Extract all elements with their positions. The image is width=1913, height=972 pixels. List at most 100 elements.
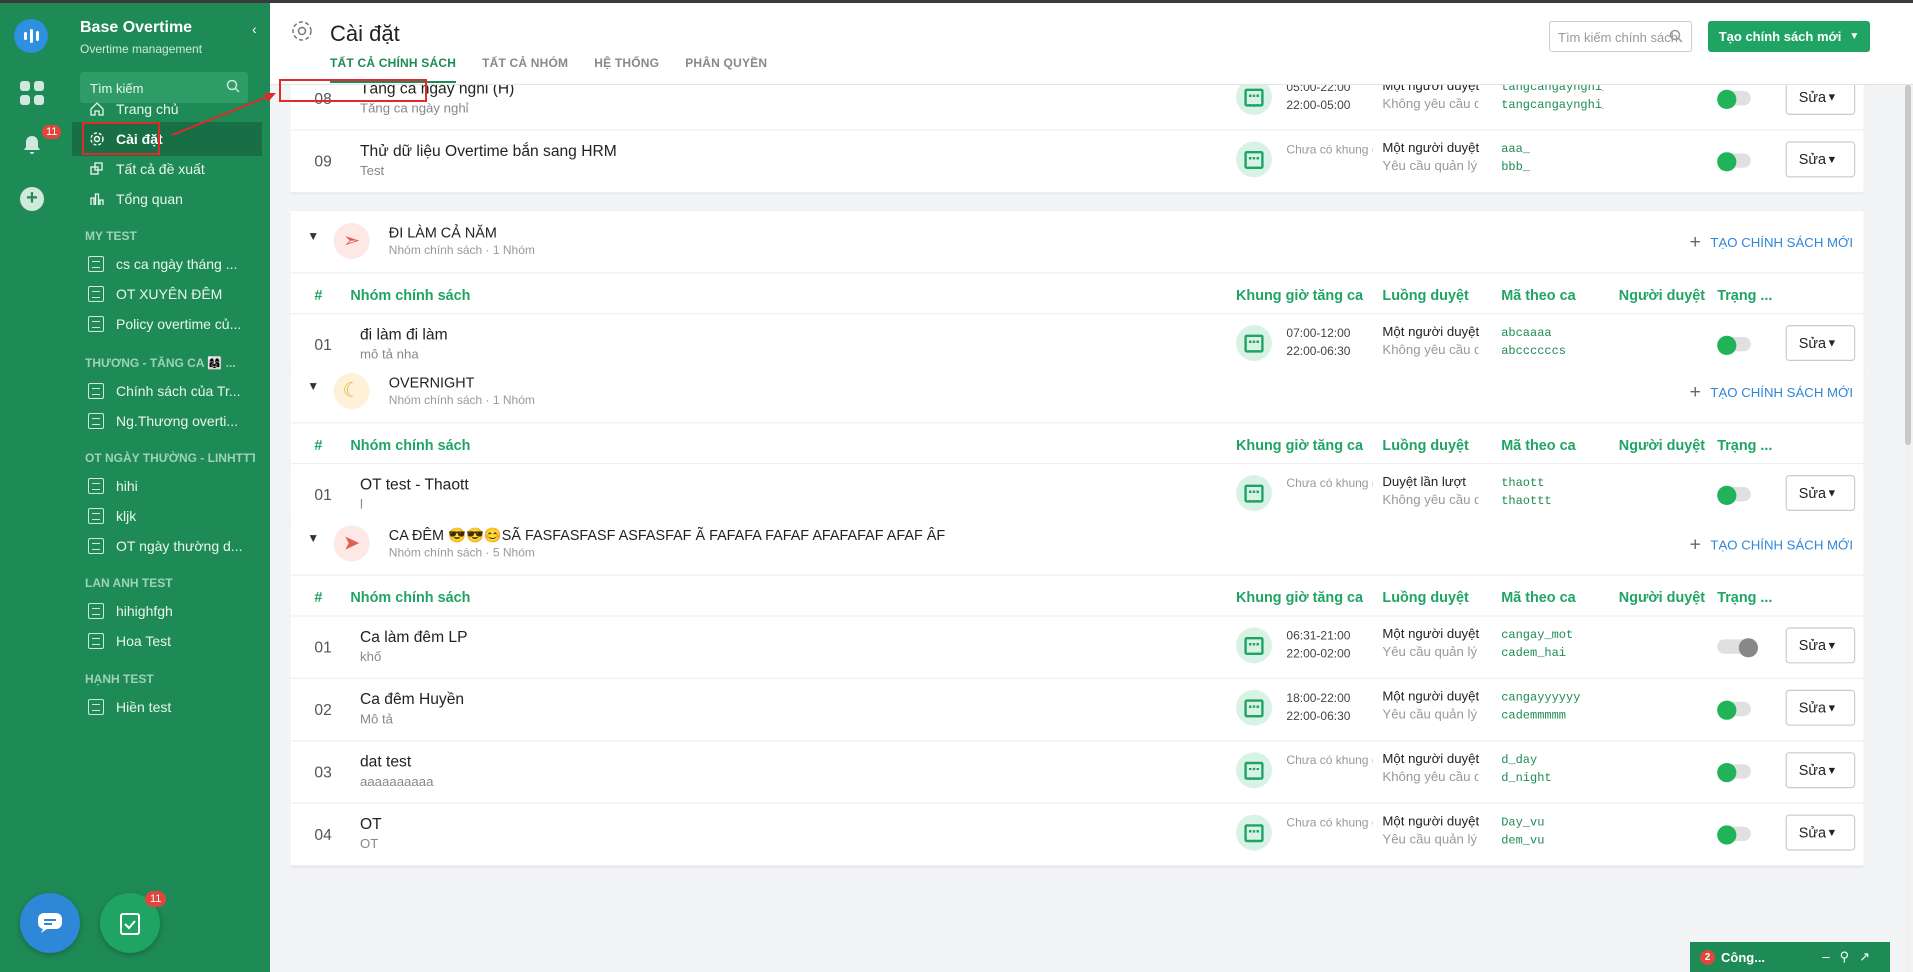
sidebar-policy-item[interactable]: OT XUYÊN ĐÊM [62, 277, 270, 311]
time-range: 22:00-02:00 [1286, 647, 1351, 661]
policy-name[interactable]: Thử dữ liệu Overtime bắn sang HRM [360, 141, 617, 159]
table-row[interactable]: 04 OT OT Chưa có khung g Một người duyệt… [290, 804, 1864, 867]
status-toggle[interactable] [1717, 638, 1759, 658]
policy-name[interactable]: OT [360, 815, 382, 833]
sidebar-policy-item[interactable]: Policy overtime củ... [62, 307, 270, 341]
policy-name[interactable]: Ca làm đêm LP [360, 627, 468, 645]
policy-name[interactable]: dat test [360, 752, 411, 770]
status-toggle[interactable] [1717, 152, 1751, 172]
caret-down-icon[interactable]: ▼ [307, 380, 319, 393]
group-header[interactable]: ▼ ➤ CA ĐÊM 😎😎😊SÃ FASFASFASF ASFASFAF Ã F… [290, 513, 1864, 576]
sidebar-policy-item[interactable]: Hoa Test [62, 624, 270, 658]
time-range: 22:00-06:30 [1286, 345, 1351, 359]
plus-icon: + [1689, 382, 1701, 403]
sidebar-policy-item[interactable]: kljk [62, 499, 270, 533]
table-row[interactable]: 09 Thử dữ liệu Overtime bắn sang HRM Tes… [290, 131, 1864, 193]
send-icon: ➤ [333, 525, 370, 562]
policy-name[interactable]: đi làm đi làm [360, 325, 448, 343]
scrollbar[interactable] [1905, 85, 1911, 972]
popup-label: Công... [1721, 949, 1766, 965]
approval-detail: Yêu cầu quản lý ... [1382, 832, 1478, 847]
table-row[interactable]: 01 Ca làm đêm LP khố 06:31-21:00 22:00-02… [290, 617, 1864, 679]
policy-name[interactable]: OT test - Thaott [360, 475, 469, 493]
sidebar-policy-label: hihighfgh [116, 603, 173, 619]
create-policy-label: Tạo chính sách mới [1718, 29, 1842, 44]
group-header[interactable]: ▼ ➣ ĐI LÀM CẢ NĂM Nhóm chính sách · 1 Nh… [290, 211, 1864, 274]
status-toggle[interactable] [1717, 335, 1751, 356]
status-toggle[interactable] [1717, 485, 1751, 506]
sidebar-policy-label: Policy overtime củ... [116, 316, 242, 332]
runner-icon: ➣ [333, 223, 370, 259]
sidebar-policy-item[interactable]: cs ca ngày tháng ... [62, 247, 270, 281]
status-toggle[interactable] [1717, 89, 1751, 110]
edit-dropdown-button[interactable]: Sửa ▼ [1785, 689, 1856, 726]
sidebar-section-title: HẠNH TEST [85, 672, 154, 686]
create-policy-label: TẠO CHÍNH SÁCH MỚI [1710, 236, 1854, 251]
tab-system[interactable]: HỆ THỐNG [594, 56, 659, 83]
edit-dropdown-button[interactable]: Sửa ▼ [1785, 475, 1856, 512]
overtime-hours: Chưa có khung g [1286, 141, 1372, 159]
edit-dropdown-button[interactable]: Sửa ▼ [1785, 627, 1856, 664]
create-policy-button[interactable]: Tạo chính sách mới ▼ [1708, 21, 1870, 52]
status-toggle[interactable] [1717, 700, 1751, 720]
approval-flow: Duyệt lần lượt Không yêu cầu q... [1382, 474, 1478, 510]
status-toggle[interactable] [1717, 763, 1751, 783]
time-range: Chưa có khung g [1286, 754, 1373, 768]
table-row[interactable]: 03 dat test aaaaaaaaaa Chưa có khung g M… [290, 741, 1864, 804]
chat-button[interactable] [20, 893, 80, 953]
edit-dropdown-button[interactable]: Sửa ▼ [1785, 85, 1856, 115]
sidebar-policy-item[interactable]: Hiền test [62, 690, 270, 724]
scrollbar-thumb[interactable] [1905, 85, 1911, 445]
sidebar-item-label: Tất cả đề xuất [116, 161, 205, 177]
sidebar-policy-item[interactable]: Ng.Thương overti... [62, 404, 270, 438]
approval-flow: Một người duyệt Yêu cầu quản lý ... [1382, 813, 1479, 849]
shift-codes: d_day d_night [1501, 752, 1603, 788]
shift-code: d_day [1501, 754, 1538, 768]
overtime-hours: Chưa có khung g [1286, 752, 1372, 770]
create-policy-in-group-link[interactable]: + TẠO CHÍNH SÁCH MỚI [1690, 535, 1853, 557]
table-header: # Nhóm chính sách Khung giờ tăng ca Luồn… [290, 423, 1864, 465]
time-range: 06:31-21:00 [1286, 629, 1351, 643]
table-row[interactable]: 08 Tăng ca ngày nghỉ (H) Tăng ca ngày ng… [290, 85, 1864, 131]
shift-code: Day_vu [1501, 817, 1545, 831]
edit-dropdown-button[interactable]: Sửa ▼ [1785, 141, 1856, 178]
sidebar-item-all-requests[interactable]: Tất cả đề xuất [62, 152, 270, 186]
search-placeholder: Tìm kiếm chính sách [1558, 30, 1678, 45]
time-range: 22:00-05:00 [1286, 99, 1351, 113]
tab-all-groups[interactable]: TẤT CẢ NHÓM [482, 56, 568, 83]
create-policy-in-group-link[interactable]: + TẠO CHÍNH SÁCH MỚI [1690, 233, 1853, 255]
bottom-popup[interactable]: 2 Công... –⚲↗ [1690, 942, 1890, 972]
approval-type: Một người duyệt [1382, 627, 1480, 642]
policy-group-card: ▼ ☾ OVERNIGHT Nhóm chính sách · 1 Nhóm +… [290, 361, 1864, 527]
create-policy-in-group-link[interactable]: + TẠO CHÍNH SÁCH MỚI [1690, 383, 1853, 405]
policy-description: Mô tả [360, 712, 394, 727]
tab-permissions[interactable]: PHÂN QUYỀN [685, 56, 767, 83]
column-header: Luồng duyệt [1382, 436, 1469, 454]
edit-dropdown-button[interactable]: Sửa ▼ [1785, 325, 1856, 361]
column-header: Mã theo ca [1501, 286, 1576, 304]
group-header[interactable]: ▼ ☾ OVERNIGHT Nhóm chính sách · 1 Nhóm +… [290, 361, 1864, 424]
sidebar-item-overview[interactable]: Tổng quan [62, 182, 270, 216]
sidebar-policy-item[interactable]: OT ngày thường d... [62, 529, 270, 563]
sidebar-policy-item[interactable]: hihighfgh [62, 594, 270, 628]
popup-controls-icon[interactable]: –⚲↗ [1822, 949, 1880, 965]
sidebar-policy-item[interactable]: hihi [62, 469, 270, 503]
caret-down-icon[interactable]: ▼ [307, 533, 319, 546]
overtime-hours: 18:00-22:00 22:00-06:30 [1286, 690, 1372, 726]
status-toggle[interactable] [1717, 825, 1751, 845]
calendar-icon [1236, 752, 1272, 789]
shift-codes: aaa_ bbb_ [1501, 141, 1603, 177]
sidebar-policy-label: kljk [116, 508, 137, 524]
sidebar-policy-item[interactable]: Chính sách của Tr... [62, 374, 270, 408]
shift-codes: cangayyyyyy cademmmmm [1501, 690, 1603, 726]
edit-dropdown-button[interactable]: Sửa ▼ [1785, 752, 1856, 789]
overtime-hours: 05:00-22:00 22:00-05:00 [1286, 85, 1372, 115]
policy-name[interactable]: Ca đêm Huyền [360, 690, 464, 708]
caret-down-icon: ▼ [1826, 764, 1838, 777]
table-row[interactable]: 02 Ca đêm Huyền Mô tả 18:00-22:00 22:00-0… [290, 679, 1864, 742]
policy-icon [88, 699, 104, 715]
edit-dropdown-button[interactable]: Sửa ▼ [1785, 814, 1856, 851]
policy-search-input[interactable]: Tìm kiếm chính sách [1549, 21, 1692, 52]
add-icon[interactable]: + [20, 187, 44, 211]
caret-down-icon[interactable]: ▼ [307, 230, 319, 243]
